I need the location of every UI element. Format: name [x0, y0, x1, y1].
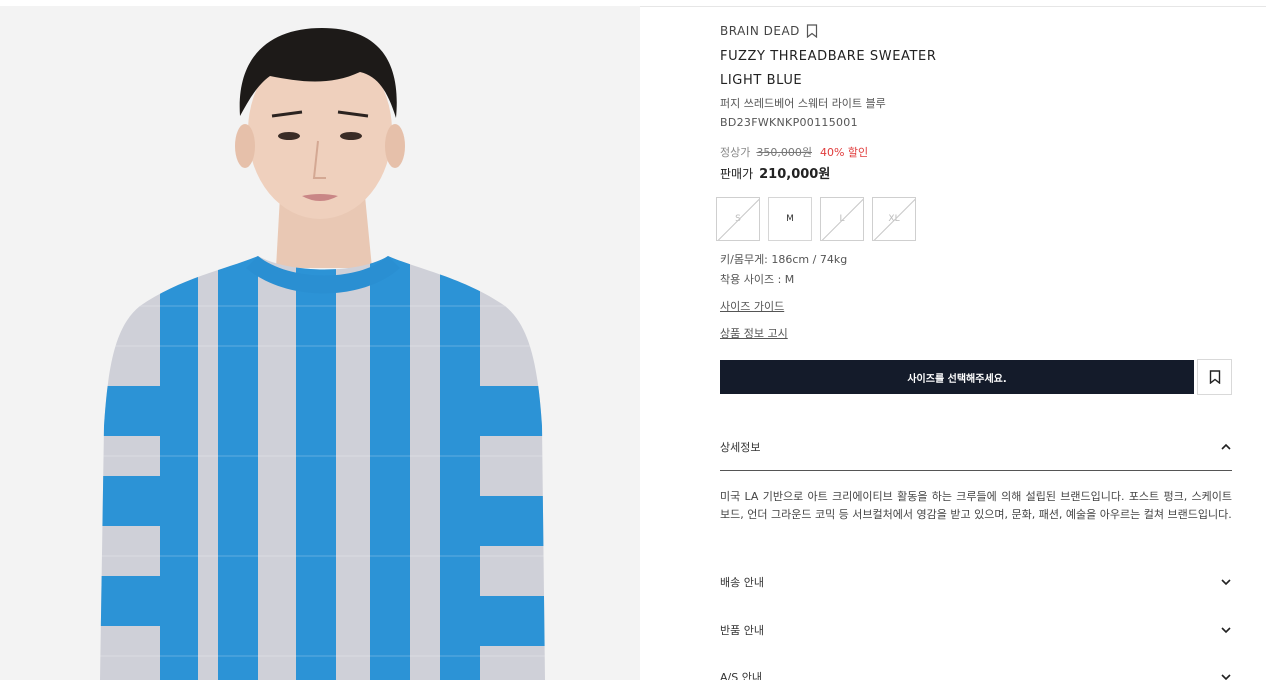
- product-code: BD23FWKNKP00115001: [720, 116, 858, 129]
- product-korean-name: 퍼지 쓰레드베어 스웨터 라이트 블루: [720, 97, 886, 110]
- chevron-down-icon: [1221, 579, 1231, 586]
- brand-description: 미국 LA 기반으로 아트 크리에이티브 활동을 하는 크루들에 의해 설립된 …: [720, 490, 1232, 521]
- size-options: S M L XL: [716, 197, 916, 241]
- brand-row: BRAIN DEAD: [720, 24, 818, 38]
- sale-price-row: 판매가 210,000원: [720, 163, 830, 182]
- product-name-line1: FUZZY THREADBARE SWEATER: [720, 49, 937, 64]
- model-stats: 키/몸무게: 186cm / 74kg: [720, 253, 848, 266]
- original-price: 350,000원: [756, 146, 812, 159]
- size-guide-link[interactable]: 사이즈 가이드: [720, 298, 784, 314]
- original-price-label: 정상가: [720, 146, 751, 159]
- accordion-divider: [720, 470, 1232, 471]
- brand-name[interactable]: BRAIN DEAD: [720, 24, 800, 38]
- product-info: BRAIN DEAD FUZZY THREADBARE SWEATER LIGH…: [716, 0, 1232, 680]
- sale-price: 210,000원: [759, 167, 831, 182]
- accordion-shipping[interactable]: 배송 안내: [720, 572, 1232, 592]
- original-price-row: 정상가 350,000원 40% 할인: [720, 144, 868, 160]
- wishlist-button[interactable]: [1197, 359, 1232, 395]
- chevron-up-icon: [1221, 443, 1231, 450]
- size-option-xl[interactable]: XL: [872, 197, 916, 241]
- worn-size: 착용 사이즈 : M: [720, 273, 795, 286]
- bookmark-icon[interactable]: [806, 24, 818, 38]
- accordion-as[interactable]: A/S 안내: [720, 667, 1232, 680]
- accordion-title: 상세정보: [720, 441, 761, 454]
- product-image: [0, 6, 640, 680]
- product-notice-link[interactable]: 상품 정보 고시: [720, 325, 788, 341]
- accordion-title: 배송 안내: [720, 576, 764, 589]
- sale-price-label: 판매가: [720, 167, 754, 181]
- product-name-line2: LIGHT BLUE: [720, 73, 803, 88]
- size-option-s[interactable]: S: [716, 197, 760, 241]
- size-label: M: [786, 214, 794, 224]
- size-option-m[interactable]: M: [768, 197, 812, 241]
- accordion-title: A/S 안내: [720, 671, 762, 680]
- bookmark-icon: [1209, 370, 1220, 384]
- select-size-button[interactable]: 사이즈를 선택해주세요.: [720, 360, 1194, 394]
- accordion-returns[interactable]: 반품 안내: [720, 620, 1232, 640]
- chevron-down-icon: [1221, 674, 1231, 680]
- accordion-title: 반품 안내: [720, 624, 764, 637]
- discount-rate: 40% 할인: [819, 146, 869, 159]
- size-option-l[interactable]: L: [820, 197, 864, 241]
- accordion-details[interactable]: 상세정보: [720, 437, 1232, 457]
- chevron-down-icon: [1221, 627, 1231, 634]
